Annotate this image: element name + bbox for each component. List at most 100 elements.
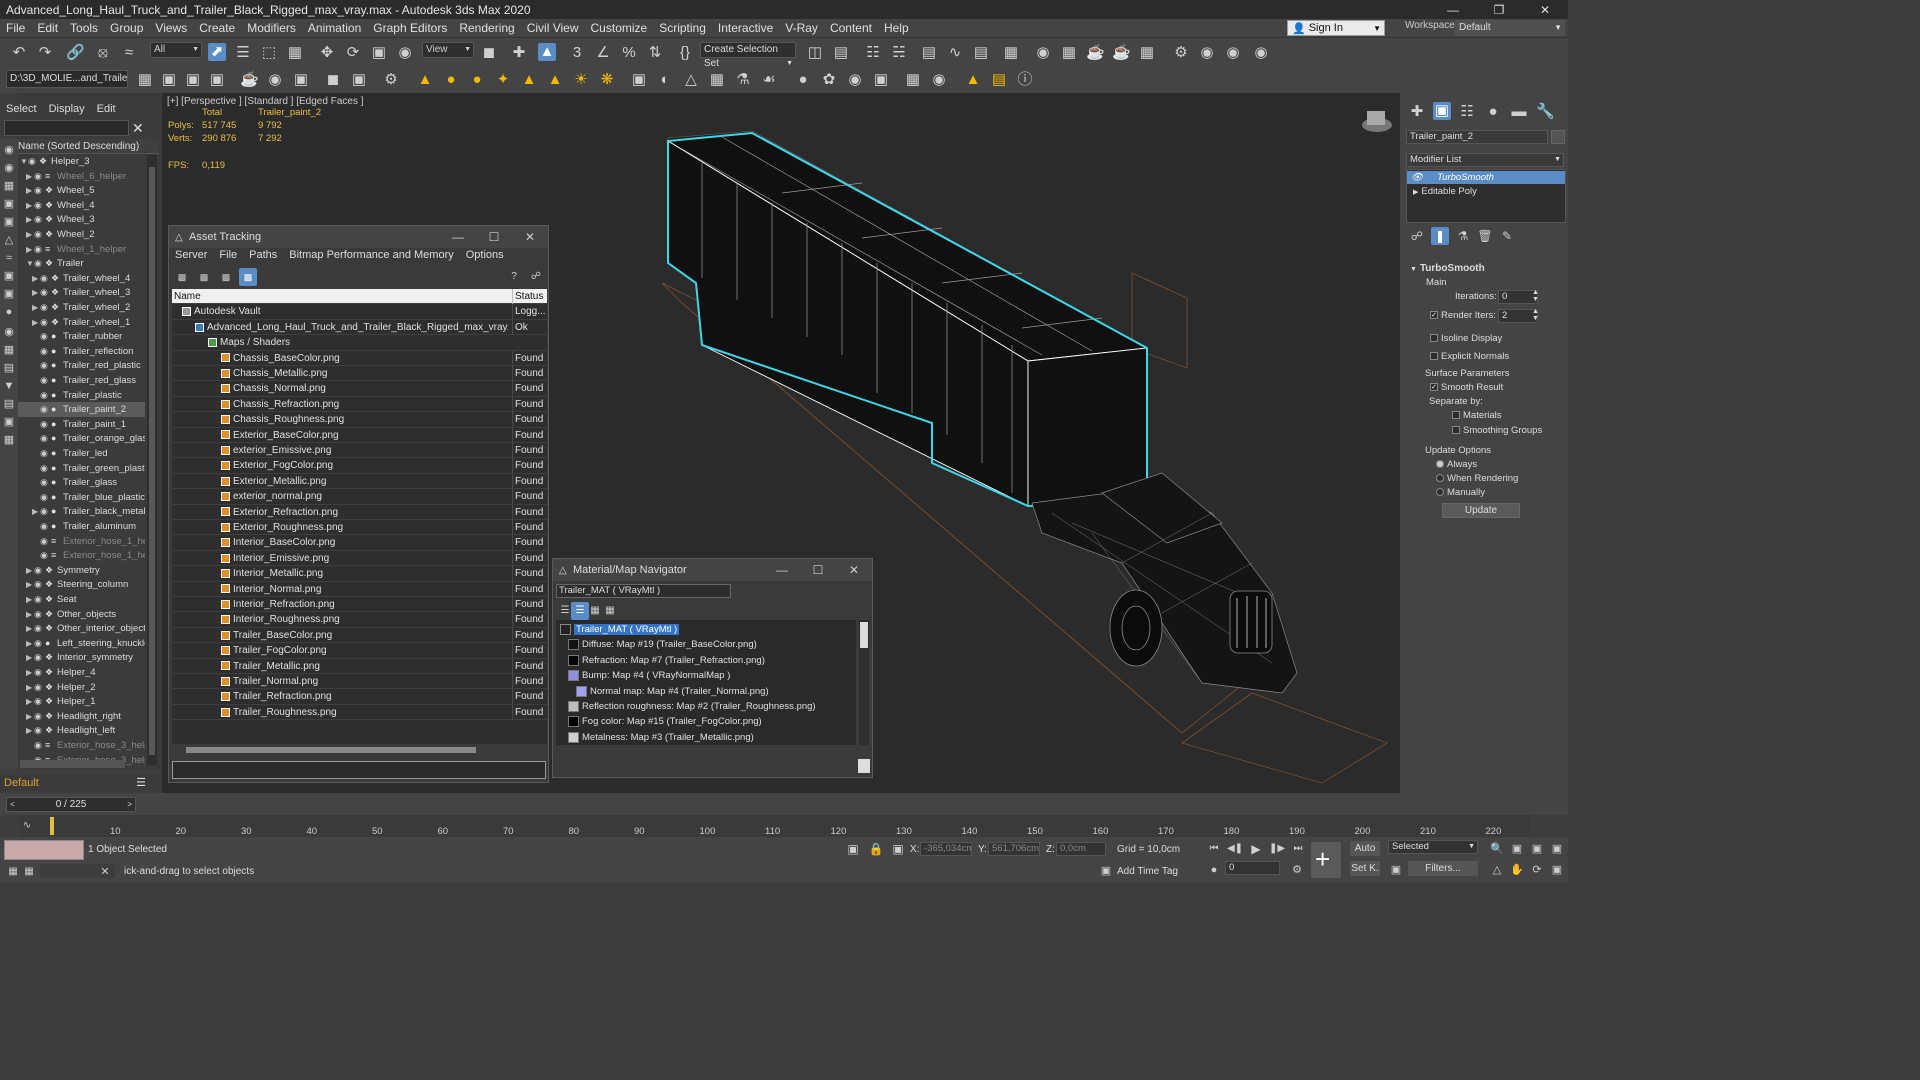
- asset-col-status-header[interactable]: Status: [512, 289, 547, 304]
- menu-animation[interactable]: Animation: [302, 21, 367, 35]
- zoom-all-icon[interactable]: ▣: [1508, 840, 1526, 858]
- turbosmooth-rollout-title[interactable]: ▼ TurboSmooth: [1410, 263, 1485, 274]
- project-path-dropdown[interactable]: D:\3D_MOLIE...and_Trailer: [6, 70, 128, 88]
- help-icon[interactable]: ?: [505, 268, 523, 286]
- asset-row[interactable]: Chassis_Metallic.png Found: [172, 366, 547, 382]
- curve-editor-icon[interactable]: ∿: [946, 44, 964, 62]
- layer-dropdown[interactable]: Default ☰: [0, 775, 160, 791]
- menu-group[interactable]: Group: [104, 21, 149, 35]
- eye-icon[interactable]: ◉: [40, 504, 51, 519]
- scene-row-symmetry[interactable]: ▶ ◉ ❖ Symmetry: [18, 563, 145, 578]
- vray-decal-icon[interactable]: ▦: [708, 71, 726, 89]
- asset-row[interactable]: Exterior_Roughness.png Found: [172, 520, 547, 536]
- orbit-icon[interactable]: ⟳: [1528, 861, 1546, 879]
- display-children-icon[interactable]: ▦: [0, 341, 18, 359]
- motion-tab-icon[interactable]: ●: [1484, 103, 1502, 121]
- display-xrefs-icon[interactable]: ▣: [0, 285, 18, 303]
- vray-dome-light-icon[interactable]: ▣: [184, 71, 202, 89]
- scene-explorer-icon[interactable]: ☷: [864, 44, 882, 62]
- asset-row[interactable]: Exterior_FogColor.png Found: [172, 458, 547, 474]
- material-scroll-thumb[interactable]: [860, 622, 868, 648]
- modifier-list-dropdown[interactable]: Modifier List ▼: [1406, 153, 1564, 167]
- timeline-ruler[interactable]: 10 20 30 40 50 60 70 80 90 100 110 120 130 140 150 160 1…: [48, 815, 1528, 837]
- layer-toggle-icon[interactable]: ▦: [0, 431, 18, 449]
- pin-stack-icon[interactable]: ☍: [1408, 227, 1426, 245]
- toggle-ribbon-icon[interactable]: ▤: [920, 44, 938, 62]
- scene-row-trailer-green-plastic[interactable]: ◉ ● Trailer_green_plastic: [18, 461, 145, 476]
- material-map-item[interactable]: Normal map: Map #4 (Trailer_Normal.png): [576, 684, 769, 699]
- select-object-icon[interactable]: ⬈: [208, 43, 226, 61]
- eye-icon[interactable]: ◉: [40, 534, 51, 549]
- eye-icon[interactable]: ◉: [34, 592, 45, 607]
- menu-tools[interactable]: Tools: [64, 21, 104, 35]
- eye-icon[interactable]: ◉: [34, 563, 45, 578]
- scene-row-helper-1[interactable]: ▶ ◉ ❖ Helper_1: [18, 694, 145, 709]
- asset-col-name-header[interactable]: Name: [172, 289, 508, 304]
- display-helpers-icon[interactable]: △: [0, 231, 18, 249]
- close-icon[interactable]: ✕: [512, 230, 548, 244]
- eye-icon[interactable]: ◉: [34, 198, 45, 213]
- asset-row[interactable]: Trailer_BaseColor.png Found: [172, 627, 547, 644]
- eye-icon[interactable]: ◉: [34, 242, 45, 257]
- lock-selection-icon[interactable]: 🔒: [867, 840, 885, 858]
- scene-row-trailer-plastic[interactable]: ◉ ● Trailer_plastic: [18, 388, 145, 403]
- move-icon[interactable]: ✥: [318, 44, 336, 62]
- maxscript-listener-field[interactable]: [4, 840, 84, 860]
- selection-filter-dropdown[interactable]: All ▼: [150, 42, 202, 58]
- asset-row[interactable]: exterior_Emissive.png Found: [172, 443, 547, 459]
- menu-file[interactable]: File: [0, 21, 31, 35]
- asset-scroll-thumb[interactable]: [186, 747, 476, 753]
- filter-icon[interactable]: ▼: [0, 377, 18, 395]
- scene-row-other-interior-objects[interactable]: ▶ ◉ ❖ Other_interior_objects: [18, 621, 145, 636]
- eye-icon[interactable]: ◉: [40, 475, 51, 490]
- eye-icon[interactable]: ◉: [34, 169, 45, 184]
- filters-button[interactable]: Filters...: [1408, 861, 1478, 876]
- scene-row-seat[interactable]: ▶ ◉ ❖ Seat: [18, 592, 145, 607]
- asset-row[interactable]: Exterior_Metallic.png Found: [172, 473, 547, 490]
- flat-list-icon[interactable]: ▩: [217, 268, 235, 286]
- scene-row-trailer-black-metal[interactable]: ▶ ◉ ● Trailer_black_metal: [18, 504, 145, 519]
- resize-grip[interactable]: [858, 759, 870, 773]
- scene-row-trailer-paint-2[interactable]: ◉ ● Trailer_paint_2: [18, 402, 145, 417]
- eye-icon[interactable]: ◉: [34, 709, 45, 724]
- dope-sheet-icon[interactable]: ▤: [972, 44, 990, 62]
- table-view-icon[interactable]: ▩: [195, 268, 213, 286]
- link-icon[interactable]: 🔗: [66, 44, 85, 62]
- chevron-right-icon[interactable]: ▶: [26, 666, 34, 680]
- menu-graph-editors[interactable]: Graph Editors: [367, 21, 453, 35]
- material-tree-scrollbar[interactable]: [859, 620, 869, 745]
- asset-row[interactable]: Trailer_Normal.png Found: [172, 674, 547, 690]
- list-view-icon[interactable]: ▩: [239, 268, 257, 286]
- eye-icon[interactable]: ◉: [34, 183, 45, 198]
- redo-icon[interactable]: ↷: [36, 44, 54, 62]
- chevron-right-icon[interactable]: ▶: [32, 505, 40, 519]
- rendered-frame-window-icon[interactable]: ☕: [1086, 44, 1105, 62]
- asset-row[interactable]: Maps / Shaders: [172, 335, 547, 351]
- display-space-warps-icon[interactable]: ≈: [0, 249, 18, 267]
- help-icon[interactable]: ⓘ: [1016, 71, 1034, 89]
- snaps-toggle-icon[interactable]: 3: [568, 44, 586, 62]
- scene-row-steering-column[interactable]: ▶ ◉ ❖ Steering_column: [18, 577, 145, 592]
- curve-editor-mini-icon[interactable]: ∿: [18, 817, 36, 835]
- chevron-down-icon[interactable]: ▼: [26, 257, 34, 271]
- object-name-field[interactable]: Trailer_paint_2: [1406, 130, 1548, 144]
- time-configuration-icon[interactable]: ⚙: [1288, 861, 1306, 879]
- vray-color-icon[interactable]: ◉: [846, 71, 864, 89]
- eye-icon[interactable]: ◉: [34, 577, 45, 592]
- chevron-right-icon[interactable]: ▶: [26, 695, 34, 709]
- reference-coordinate-dropdown[interactable]: View ▼: [422, 42, 474, 58]
- chevron-right-icon[interactable]: ▶: [26, 724, 34, 738]
- angle-snap-icon[interactable]: ∠: [594, 44, 612, 62]
- eye-icon[interactable]: ◉: [34, 212, 45, 227]
- vray-sun-light-icon[interactable]: ☀: [572, 71, 590, 89]
- isoline-display-checkbox[interactable]: Isoline Display: [1430, 333, 1502, 344]
- scene-row-trailer-orange-glass[interactable]: ◉ ● Trailer_orange_glass: [18, 431, 145, 446]
- vray-sun-icon[interactable]: ☕: [240, 71, 259, 89]
- vray-physical-camera-icon[interactable]: ◉: [266, 71, 284, 89]
- layer-icon[interactable]: ☰: [136, 775, 146, 791]
- material-map-item[interactable]: Bump: Map #4 ( VRayNormalMap ): [568, 668, 730, 683]
- scene-row-trailer-red-plastic[interactable]: ◉ ● Trailer_red_plastic: [18, 358, 145, 373]
- material-root-item[interactable]: Trailer_MAT ( VRayMtl ): [560, 622, 680, 637]
- add-time-tag[interactable]: Add Time Tag: [1117, 866, 1178, 877]
- render-setup-icon[interactable]: ▦: [1060, 44, 1078, 62]
